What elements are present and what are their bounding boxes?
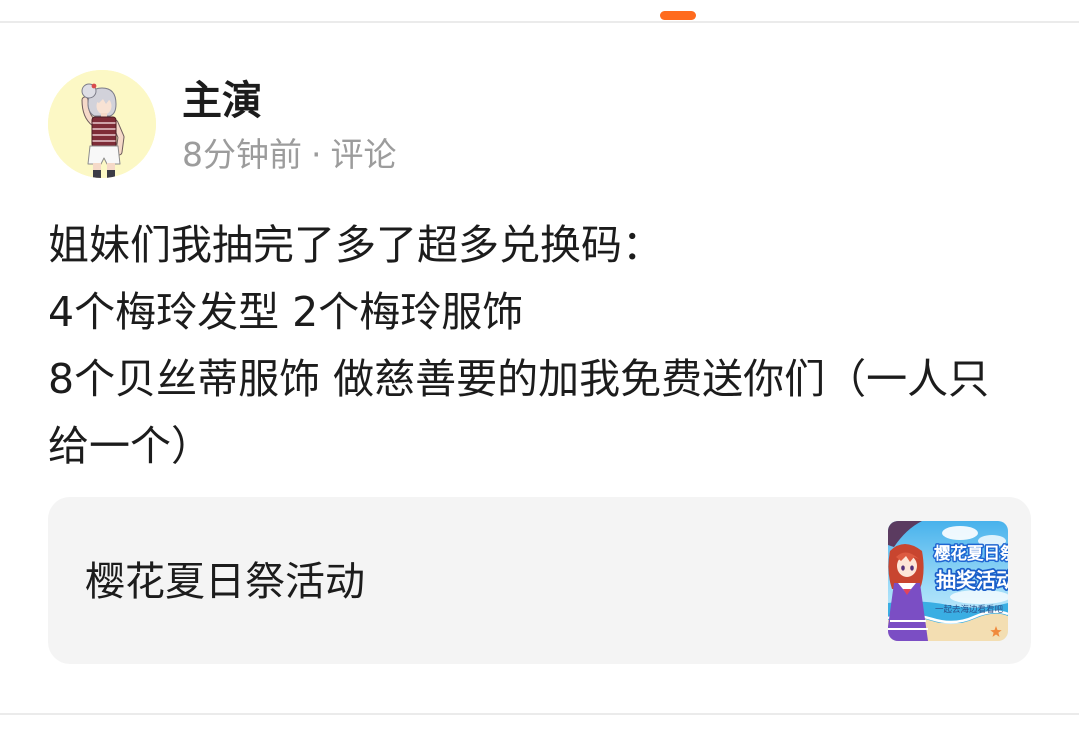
post-time: 8分钟前 <box>182 135 302 174</box>
meta-separator: · <box>311 135 322 174</box>
character-eye <box>901 565 905 571</box>
character-eye <box>910 565 914 571</box>
post-meta: 8分钟前 · 评论 <box>182 134 397 176</box>
avatar-sock-left <box>93 170 101 178</box>
avatar-illustration <box>48 70 156 178</box>
feed-post[interactable]: 主演 8分钟前 · 评论 姐妹们我抽完了多了超多兑换码： 4个梅玲发型 2个梅玲服饰… <box>0 0 1079 712</box>
cloud <box>942 526 978 540</box>
link-card-thumbnail: 樱花夏日祭 抽奖活动 一起去海边看看吧 <box>888 521 1008 641</box>
feed-page: 主演 8分钟前 · 评论 姐妹们我抽完了多了超多兑换码： 4个梅玲发型 2个梅玲服饰… <box>0 0 1079 752</box>
post-content-line: 8个贝丝蒂服饰 做慈善要的加我免费送你们（一人只 <box>48 355 990 403</box>
avatar-top <box>91 116 117 148</box>
avatar-sock-right <box>107 170 115 178</box>
post-content: 姐妹们我抽完了多了超多兑换码： 4个梅玲发型 2个梅玲服饰 8个贝丝蒂服饰 做慈… <box>48 212 1048 480</box>
avatar-hair-tie <box>91 83 97 89</box>
thumbnail-headline: 樱花夏日祭 <box>934 543 1008 563</box>
cloud <box>950 590 1008 604</box>
post-content-line: 给一个） <box>48 422 212 470</box>
post-action: 评论 <box>330 135 397 174</box>
event-banner-image: 樱花夏日祭 抽奖活动 一起去海边看看吧 <box>888 521 1008 641</box>
thumbnail-tagline: 一起去海边看看吧 <box>935 604 1004 615</box>
post-content-line: 4个梅玲发型 2个梅玲服饰 <box>48 288 524 336</box>
author-avatar[interactable] <box>48 70 156 178</box>
author-name[interactable]: 主演 <box>182 76 262 126</box>
link-card-title: 樱花夏日祭活动 <box>85 559 365 605</box>
post-content-line: 姐妹们我抽完了多了超多兑换码： <box>48 221 663 269</box>
bottom-divider <box>0 713 1079 715</box>
thumbnail-subheadline: 抽奖活动 <box>936 568 1008 592</box>
event-link-card[interactable]: 樱花夏日祭活动 樱花夏日 抽奖活动 一起去海边看看吧 <box>48 497 1031 664</box>
